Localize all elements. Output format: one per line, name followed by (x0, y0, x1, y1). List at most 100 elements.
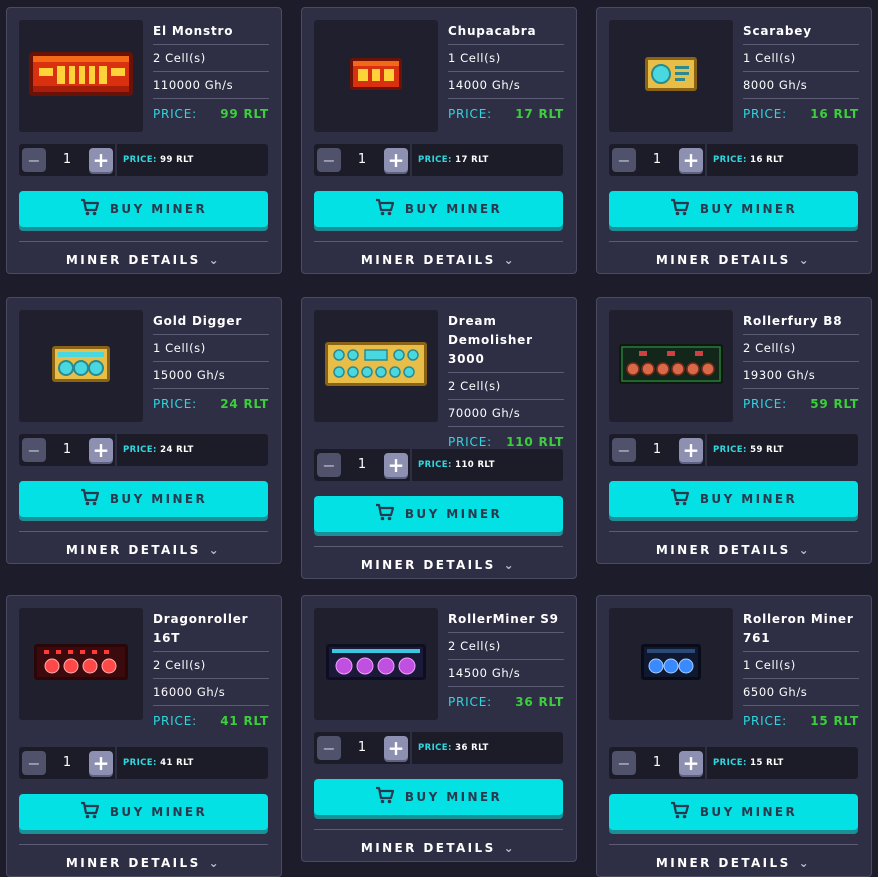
increase-quantity-button[interactable]: + (89, 751, 113, 775)
buy-miner-button[interactable]: BUY MINER (314, 496, 563, 532)
quantity-value[interactable]: 1 (342, 732, 382, 764)
quantity-value[interactable]: 1 (342, 449, 382, 481)
miner-image (19, 310, 143, 422)
miner-card: Gold Digger 1 Cell(s) 15000 Gh/s PRICE: … (6, 297, 282, 564)
price-value: 17 RLT (515, 107, 564, 121)
buy-miner-label: BUY MINER (109, 202, 208, 216)
miner-details-label: MINER DETAILS (65, 253, 201, 267)
quantity-stepper: − 1 + PRICE: 16 RLT (609, 144, 858, 176)
miner-details-toggle[interactable]: MINER DETAILS ⌄ (7, 540, 280, 560)
quantity-stepper: − 1 + PRICE: 15 RLT (609, 747, 858, 779)
total-price: PRICE: 17 RLT (418, 144, 489, 176)
miner-details-toggle[interactable]: MINER DETAILS ⌄ (597, 250, 870, 270)
quantity-stepper: − 1 + PRICE: 110 RLT (314, 449, 563, 481)
miner-price-row: PRICE: 16 RLT (743, 99, 859, 127)
quantity-stepper: − 1 + PRICE: 41 RLT (19, 747, 268, 779)
decrease-quantity-button[interactable]: − (612, 751, 636, 775)
stepper-divider (410, 732, 412, 764)
miner-details-toggle[interactable]: MINER DETAILS ⌄ (302, 838, 575, 858)
miner-info: Scarabey 1 Cell(s) 8000 Gh/s PRICE: 16 R… (743, 22, 859, 127)
increase-quantity-button[interactable]: + (384, 148, 408, 172)
increase-quantity-button[interactable]: + (679, 148, 703, 172)
miner-details-label: MINER DETAILS (360, 558, 496, 572)
decrease-quantity-button[interactable]: − (317, 453, 341, 477)
decrease-quantity-button[interactable]: − (22, 438, 46, 462)
buy-miner-button[interactable]: BUY MINER (609, 191, 858, 227)
decrease-quantity-button[interactable]: − (22, 751, 46, 775)
cart-icon (670, 801, 690, 823)
miner-name: Chupacabra (448, 22, 564, 45)
quantity-value[interactable]: 1 (342, 144, 382, 176)
miner-image (314, 608, 438, 720)
total-price-value: 41 RLT (160, 758, 194, 768)
cart-icon (80, 488, 100, 510)
total-price-label: PRICE: (418, 743, 452, 753)
quantity-stepper: − 1 + PRICE: 24 RLT (19, 434, 268, 466)
miner-price-row: PRICE: 15 RLT (743, 706, 859, 734)
miner-cells: 2 Cell(s) (448, 373, 564, 400)
buy-miner-label: BUY MINER (699, 805, 798, 819)
miner-card: Rolleron Miner 761 1 Cell(s) 6500 Gh/s P… (596, 595, 872, 877)
miner-details-label: MINER DETAILS (655, 856, 791, 870)
stepper-divider (705, 747, 707, 779)
miner-power: 19300 Gh/s (743, 362, 859, 389)
miner-details-toggle[interactable]: MINER DETAILS ⌄ (597, 540, 870, 560)
miner-details-toggle[interactable]: MINER DETAILS ⌄ (7, 853, 280, 873)
decrease-quantity-button[interactable]: − (317, 148, 341, 172)
buy-miner-button[interactable]: BUY MINER (609, 481, 858, 517)
price-label: PRICE: (153, 107, 197, 121)
quantity-value[interactable]: 1 (637, 144, 677, 176)
miner-card: Rollerfury B8 2 Cell(s) 19300 Gh/s PRICE… (596, 297, 872, 564)
increase-quantity-button[interactable]: + (679, 751, 703, 775)
total-price-value: 17 RLT (455, 155, 489, 165)
increase-quantity-button[interactable]: + (89, 148, 113, 172)
increase-quantity-button[interactable]: + (679, 438, 703, 462)
total-price: PRICE: 41 RLT (123, 747, 194, 779)
buy-miner-button[interactable]: BUY MINER (19, 481, 268, 517)
quantity-value[interactable]: 1 (47, 434, 87, 466)
blue-fan-miner-icon (639, 641, 703, 687)
miner-image (609, 608, 733, 720)
quantity-value[interactable]: 1 (47, 747, 87, 779)
total-price-label: PRICE: (418, 155, 452, 165)
increase-quantity-button[interactable]: + (89, 438, 113, 462)
buy-miner-button[interactable]: BUY MINER (314, 779, 563, 815)
total-price: PRICE: 99 RLT (123, 144, 194, 176)
buy-miner-button[interactable]: BUY MINER (314, 191, 563, 227)
increase-quantity-button[interactable]: + (384, 453, 408, 477)
buy-miner-button[interactable]: BUY MINER (609, 794, 858, 830)
increase-quantity-button[interactable]: + (384, 736, 408, 760)
miner-cells: 1 Cell(s) (153, 335, 269, 362)
decrease-quantity-button[interactable]: − (612, 438, 636, 462)
buy-miner-button[interactable]: BUY MINER (19, 794, 268, 830)
chevron-down-icon: ⌄ (798, 856, 812, 870)
miner-power: 16000 Gh/s (153, 679, 269, 706)
total-price-label: PRICE: (123, 445, 157, 455)
price-label: PRICE: (743, 714, 787, 728)
price-value: 59 RLT (810, 397, 859, 411)
red-led-miner-icon (32, 641, 130, 687)
miner-info: Chupacabra 1 Cell(s) 14000 Gh/s PRICE: 1… (448, 22, 564, 127)
total-price: PRICE: 36 RLT (418, 732, 489, 764)
total-price-label: PRICE: (713, 155, 747, 165)
price-value: 36 RLT (515, 695, 564, 709)
decrease-quantity-button[interactable]: − (317, 736, 341, 760)
miner-power: 70000 Gh/s (448, 400, 564, 427)
quantity-value[interactable]: 1 (47, 144, 87, 176)
quantity-value[interactable]: 1 (637, 747, 677, 779)
quantity-value[interactable]: 1 (637, 434, 677, 466)
miner-details-toggle[interactable]: MINER DETAILS ⌄ (597, 853, 870, 873)
miner-price-row: PRICE: 99 RLT (153, 99, 269, 127)
decrease-quantity-button[interactable]: − (22, 148, 46, 172)
miner-info: Dragonroller 16T 2 Cell(s) 16000 Gh/s PR… (153, 610, 269, 734)
total-price: PRICE: 16 RLT (713, 144, 784, 176)
miner-details-toggle[interactable]: MINER DETAILS ⌄ (7, 250, 280, 270)
miner-info: El Monstro 2 Cell(s) 110000 Gh/s PRICE: … (153, 22, 269, 127)
miner-cells: 1 Cell(s) (743, 652, 859, 679)
price-label: PRICE: (448, 695, 492, 709)
miner-details-toggle[interactable]: MINER DETAILS ⌄ (302, 250, 575, 270)
decrease-quantity-button[interactable]: − (612, 148, 636, 172)
buy-miner-button[interactable]: BUY MINER (19, 191, 268, 227)
miner-details-toggle[interactable]: MINER DETAILS ⌄ (302, 555, 575, 575)
miner-name: El Monstro (153, 22, 269, 45)
